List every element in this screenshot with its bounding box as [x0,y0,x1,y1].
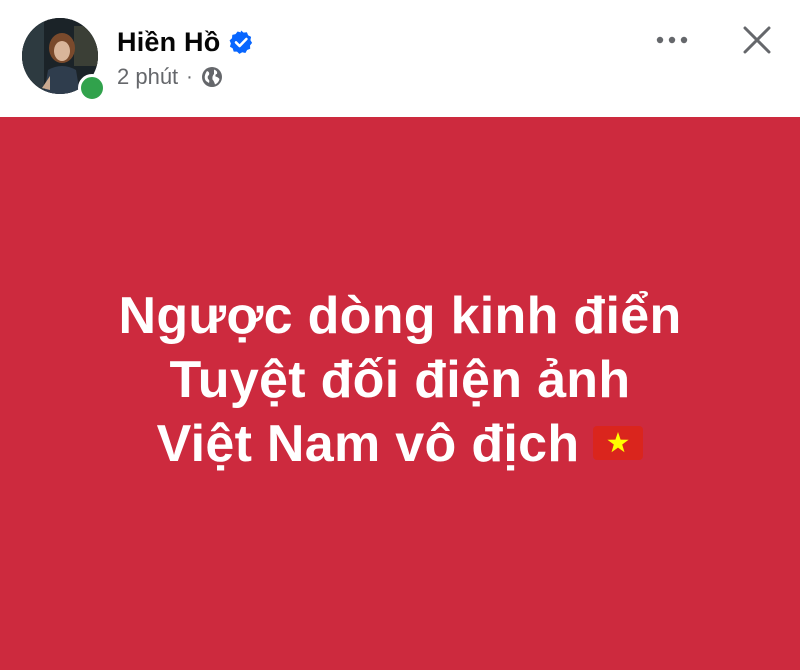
post-text-line-3-container: Việt Nam vô địch [0,412,800,476]
post-viewer: Hiền Hồ 2 phút · Ngược dòng kinh điển Tu… [0,0,800,670]
post-timestamp[interactable]: 2 phút [117,64,178,90]
post-text-line-1: Ngược dòng kinh điển [118,287,682,345]
globe-icon[interactable] [200,65,224,89]
more-horizontal-icon [656,36,688,44]
more-options-button[interactable] [650,24,694,56]
post-meta: 2 phút · [117,64,224,90]
vietnam-flag-icon [593,426,644,461]
verified-badge-icon[interactable] [228,29,254,55]
post-text: Ngược dòng kinh điển Tuyệt đối điện ảnh … [0,284,800,476]
meta-separator: · [186,65,193,88]
author-name[interactable]: Hiền Hồ [117,27,220,58]
close-icon [743,26,771,54]
author-row: Hiền Hồ [117,26,254,58]
post-text-line-2: Tuyệt đối điện ảnh [169,351,631,409]
post-text-line-3: Việt Nam vô địch [156,415,580,473]
post-header: Hiền Hồ 2 phút · [0,0,800,117]
author-avatar-container[interactable] [22,18,106,102]
online-status-dot [78,74,106,102]
close-button[interactable] [736,20,778,60]
